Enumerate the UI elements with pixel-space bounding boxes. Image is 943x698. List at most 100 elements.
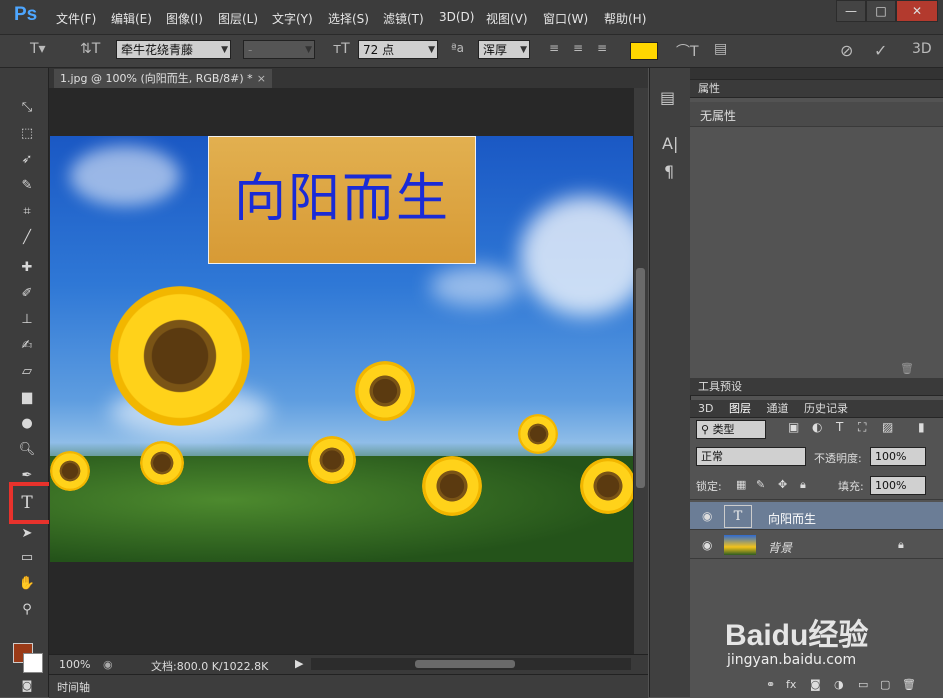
- character-panel-icon[interactable]: ▤: [714, 41, 727, 57]
- vertical-scrollbar[interactable]: [634, 88, 648, 654]
- fx-icon[interactable]: fx: [786, 678, 796, 691]
- align-center-icon[interactable]: ≡: [573, 41, 583, 55]
- layer-row[interactable]: ◉ T 向阳而生: [690, 502, 943, 530]
- close-button[interactable]: ✕: [896, 0, 938, 22]
- menu-filter[interactable]: 滤镜(T): [383, 10, 424, 27]
- align-left-icon[interactable]: ≡: [549, 41, 559, 55]
- menu-layer[interactable]: 图层(L): [218, 10, 258, 27]
- zoom-tool-icon[interactable]: ⚲: [15, 600, 39, 620]
- text-layer-thumbnail-icon: T: [724, 505, 752, 528]
- transform-bounding-box[interactable]: [208, 136, 476, 264]
- clone-stamp-tool-icon[interactable]: ⊥: [15, 310, 39, 330]
- menu-type[interactable]: 文字(Y): [272, 10, 313, 27]
- antialias-select[interactable]: 浑厚 ▼: [478, 40, 530, 59]
- 3d-icon[interactable]: 3D: [912, 41, 932, 57]
- lasso-tool-icon[interactable]: ➶: [15, 150, 39, 170]
- eye-icon[interactable]: ◉: [702, 538, 712, 552]
- tab-history[interactable]: 历史记录: [792, 402, 848, 415]
- history-brush-tool-icon[interactable]: ✍: [15, 336, 39, 356]
- tab-channels[interactable]: 通道: [754, 402, 788, 415]
- rectangle-tool-icon[interactable]: ▭: [15, 548, 39, 568]
- quick-select-tool-icon[interactable]: ✎: [15, 176, 39, 196]
- blend-mode-select[interactable]: 正常: [696, 447, 806, 466]
- new-layer-icon[interactable]: ▢: [880, 678, 890, 691]
- shape-filter-icon[interactable]: ⛶: [858, 420, 866, 435]
- font-style-select[interactable]: - ▼: [243, 40, 315, 59]
- lock-pixels-icon[interactable]: ✎: [756, 478, 765, 491]
- brush-tool-icon[interactable]: ✐: [15, 284, 39, 304]
- fill-input[interactable]: 100%: [870, 476, 926, 495]
- lock-all-icon[interactable]: 🔒︎: [800, 478, 806, 492]
- menu-file[interactable]: 文件(F): [56, 10, 96, 27]
- move-tool-icon[interactable]: ⤡: [15, 98, 39, 118]
- tool-presets-tab[interactable]: 工具预设: [690, 380, 742, 393]
- paragraph-panel-icon[interactable]: ¶: [664, 162, 674, 181]
- layer-row[interactable]: ◉ 背景 🔒︎: [690, 531, 943, 559]
- menu-select[interactable]: 选择(S): [328, 10, 369, 27]
- toggle-orientation-icon[interactable]: ⇅T: [80, 41, 100, 57]
- tab-layers[interactable]: 图层: [717, 402, 751, 415]
- text-color-swatch[interactable]: [630, 42, 658, 60]
- menu-image[interactable]: 图像(I): [166, 10, 203, 27]
- adjustment-layer-icon[interactable]: ◑: [834, 678, 844, 691]
- trash-icon[interactable]: 🗑︎: [900, 362, 914, 375]
- background-color-swatch[interactable]: [23, 653, 43, 673]
- cancel-icon[interactable]: ⊘: [840, 41, 853, 60]
- lock-position-icon[interactable]: ✥: [778, 478, 787, 491]
- warp-text-icon[interactable]: ⌒T: [676, 41, 699, 61]
- history-panel-icon[interactable]: ▤: [660, 88, 675, 107]
- quick-mask-icon[interactable]: ◙: [15, 676, 39, 696]
- type-filter-icon[interactable]: T: [836, 420, 843, 434]
- add-mask-icon[interactable]: ◙: [810, 678, 821, 691]
- status-icon[interactable]: ◉: [103, 658, 113, 671]
- adjustment-filter-icon[interactable]: ◐: [812, 420, 822, 434]
- eraser-tool-icon[interactable]: ▱: [15, 362, 39, 382]
- document-tab[interactable]: 1.jpg @ 100% (向阳而生, RGB/8#) * ×: [54, 69, 272, 88]
- scrollbar-thumb[interactable]: [415, 660, 515, 668]
- crop-tool-icon[interactable]: ⌗: [15, 202, 39, 222]
- collapsed-panel-dock: ▤ A| ¶: [649, 68, 691, 697]
- status-menu-arrow-icon[interactable]: ▶: [295, 657, 303, 670]
- tab-3d[interactable]: 3D: [690, 402, 713, 415]
- gradient-tool-icon[interactable]: ▆: [15, 388, 39, 408]
- link-layers-icon[interactable]: ⚭: [766, 678, 775, 691]
- maximize-button[interactable]: □: [866, 0, 896, 22]
- canvas-image[interactable]: 向阳而生: [50, 136, 633, 562]
- zoom-level[interactable]: 100%: [59, 658, 90, 671]
- doc-size: 文档:800.0 K/1022.8K: [151, 660, 269, 673]
- scrollbar-thumb[interactable]: [636, 268, 645, 488]
- menu-window[interactable]: 窗口(W): [543, 10, 588, 27]
- type-tool-preset-icon[interactable]: T▾: [30, 41, 46, 57]
- menu-edit[interactable]: 编辑(E): [111, 10, 152, 27]
- timeline-tab[interactable]: 时间轴: [57, 679, 90, 695]
- blur-tool-icon[interactable]: ●: [15, 414, 39, 434]
- new-group-icon[interactable]: ▭: [858, 678, 868, 691]
- delete-layer-icon[interactable]: 🗑︎: [902, 678, 916, 691]
- menu-3d[interactable]: 3D(D): [439, 10, 474, 24]
- horizontal-scrollbar[interactable]: [311, 658, 631, 670]
- eye-icon[interactable]: ◉: [702, 509, 712, 523]
- font-family-select[interactable]: 牵牛花绕青藤 ▼: [116, 40, 231, 59]
- marquee-tool-icon[interactable]: ⬚: [15, 124, 39, 144]
- character-panel-icon[interactable]: A|: [662, 134, 678, 153]
- smartobject-filter-icon[interactable]: ▨: [882, 420, 893, 434]
- close-tab-icon[interactable]: ×: [257, 69, 266, 88]
- dodge-tool-icon[interactable]: 🔍︎: [15, 440, 39, 460]
- filter-toggle-icon[interactable]: ▮: [918, 420, 925, 434]
- minimize-button[interactable]: —: [836, 0, 866, 22]
- menu-help[interactable]: 帮助(H): [604, 10, 646, 27]
- eyedropper-tool-icon[interactable]: ╱: [15, 228, 39, 248]
- pixel-filter-icon[interactable]: ▣: [788, 420, 799, 434]
- opacity-input[interactable]: 100%: [870, 447, 926, 466]
- type-tool-icon[interactable]: T: [15, 493, 39, 513]
- kind-filter-select[interactable]: ⚲ 类型: [696, 420, 766, 439]
- hand-tool-icon[interactable]: ✋: [15, 574, 39, 594]
- properties-tab[interactable]: 属性: [690, 82, 720, 95]
- menu-view[interactable]: 视图(V): [486, 10, 528, 27]
- healing-brush-tool-icon[interactable]: ✚: [15, 258, 39, 278]
- path-selection-tool-icon[interactable]: ➤: [15, 524, 39, 544]
- font-size-select[interactable]: 72 点 ▼: [358, 40, 438, 59]
- align-right-icon[interactable]: ≡: [597, 41, 607, 55]
- commit-icon[interactable]: ✓: [874, 41, 887, 60]
- lock-transparent-icon[interactable]: ▦: [736, 478, 746, 491]
